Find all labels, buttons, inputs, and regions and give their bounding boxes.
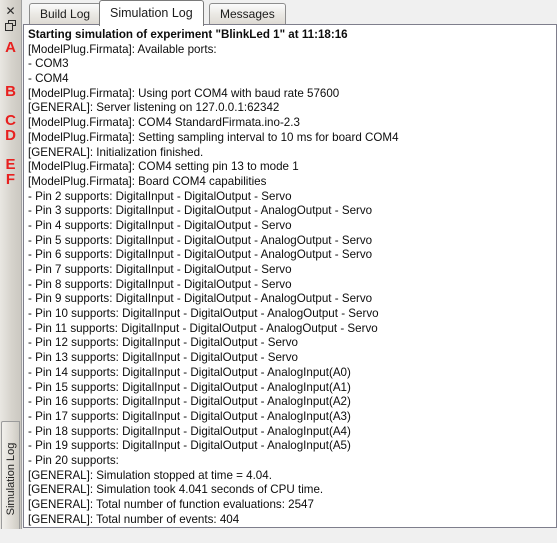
marker-letter-a: A: [5, 39, 16, 56]
simulation-log-panel: ✕ A B C D E F Simulation Log Build Log S…: [0, 0, 557, 543]
log-line: - Pin 16 supports: DigitalInput - Digita…: [28, 395, 351, 409]
log-line: [ModelPlug.Firmata]: COM4 setting pin 13…: [28, 160, 299, 174]
tab-build-log[interactable]: Build Log: [29, 3, 102, 25]
marker-letter-f: F: [5, 171, 16, 188]
log-line: - Pin 14 supports: DigitalInput - Digita…: [28, 365, 351, 379]
marker-letter-b: B: [5, 83, 16, 100]
log-line: [GENERAL]: Total number of function eval…: [28, 498, 314, 511]
log-line: - Pin 20 supports:: [28, 453, 119, 467]
log-text: Starting simulation of experiment "Blink…: [28, 28, 556, 528]
log-line: [ModelPlug.Firmata]: Available ports:: [28, 42, 217, 56]
log-line: - Pin 19 supports: DigitalInput - Digita…: [28, 439, 351, 453]
log-line: - Pin 15 supports: DigitalInput - Digita…: [28, 380, 351, 394]
log-line: - Pin 3 supports: DigitalInput - Digital…: [28, 204, 373, 218]
close-icon[interactable]: ✕: [0, 4, 21, 18]
log-line: - Pin 5 supports: DigitalInput - Digital…: [28, 233, 373, 247]
log-line: [ModelPlug.Firmata]: COM4 StandardFirmat…: [28, 116, 300, 130]
log-line: - Pin 12 supports: DigitalInput - Digita…: [28, 336, 299, 350]
log-line: [ModelPlug.Firmata]: Board COM4 capabili…: [28, 174, 267, 188]
dock-strip: ✕ A B C D E F Simulation Log: [0, 0, 22, 543]
log-content-area[interactable]: Starting simulation of experiment "Blink…: [23, 24, 557, 528]
log-line: - Pin 7 supports: DigitalInput - Digital…: [28, 263, 292, 276]
log-line: - Pin 8 supports: DigitalInput - Digital…: [28, 277, 292, 291]
restore-window-icon[interactable]: [0, 19, 21, 31]
tab-messages[interactable]: Messages: [209, 3, 286, 25]
log-line: [ModelPlug.Firmata]: Setting sampling in…: [28, 130, 399, 144]
log-line: - Pin 6 supports: DigitalInput - Digital…: [28, 248, 373, 262]
log-line: - Pin 18 supports: DigitalInput - Digita…: [28, 424, 351, 438]
log-line: [GENERAL]: Initialization finished.: [28, 145, 204, 159]
tab-bar: Build Log Simulation Log Messages: [23, 0, 557, 26]
log-line: - Pin 13 supports: DigitalInput - Digita…: [28, 351, 299, 365]
log-line: [GENERAL]: Total number of step events (…: [28, 527, 556, 528]
log-line: [GENERAL]: Server listening on 127.0.0.1…: [28, 101, 280, 115]
log-line: - COM3: [28, 57, 69, 71]
log-line: [ModelPlug.Firmata]: Using port COM4 wit…: [28, 86, 340, 100]
log-line: - Pin 17 supports: DigitalInput - Digita…: [28, 409, 351, 423]
marker-letter-d: D: [5, 127, 16, 144]
vertical-tab-simulation-log[interactable]: Simulation Log: [1, 421, 20, 537]
log-line: - COM4: [28, 72, 69, 86]
log-line: [GENERAL]: Simulation stopped at time = …: [28, 468, 272, 482]
panel-bottom-gutter: [0, 529, 557, 543]
log-line: - Pin 10 supports: DigitalInput - Digita…: [28, 307, 379, 321]
log-line: - Pin 2 supports: DigitalInput - Digital…: [28, 189, 292, 203]
log-line: - Pin 4 supports: DigitalInput - Digital…: [28, 218, 292, 232]
log-line: [GENERAL]: Simulation took 4.041 seconds…: [28, 483, 324, 497]
log-line: - Pin 9 supports: DigitalInput - Digital…: [28, 292, 373, 306]
vertical-tab-label: Simulation Log: [4, 442, 17, 516]
log-line: Starting simulation of experiment "Blink…: [28, 28, 348, 41]
tab-simulation-log[interactable]: Simulation Log: [99, 0, 204, 26]
log-line: [GENERAL]: Total number of events: 404: [28, 512, 240, 526]
log-line: - Pin 11 supports: DigitalInput - Digita…: [28, 321, 378, 335]
